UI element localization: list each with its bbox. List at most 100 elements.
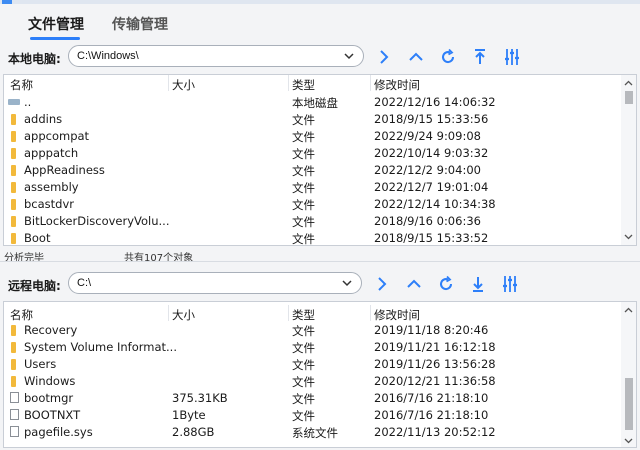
- file-type: 文件: [292, 392, 315, 406]
- folder-icon: [11, 114, 16, 125]
- column-header-name[interactable]: 名称: [10, 77, 33, 93]
- chevron-right-icon: [378, 277, 387, 291]
- refresh-icon: [440, 275, 453, 291]
- table-row[interactable]: bootmgr 375.31KB 文件 2016/7/16 21:18:10: [4, 390, 620, 407]
- local-path-label: 本地电脑:: [8, 52, 61, 66]
- file-name: apppatch: [24, 146, 79, 160]
- refresh-button[interactable]: [436, 274, 456, 294]
- remote-scrollbar-thumb[interactable]: [625, 378, 633, 430]
- local-path-input[interactable]: [77, 49, 327, 63]
- file-type: 文件: [292, 164, 315, 178]
- scroll-up-icon[interactable]: [624, 306, 633, 315]
- table-row[interactable]: Boot 文件 2018/9/15 15:33:52: [4, 230, 620, 245]
- column-divider[interactable]: [288, 305, 289, 321]
- download-icon: [473, 277, 483, 292]
- tab-transfer-management[interactable]: 传输管理: [112, 14, 168, 34]
- chevron-right-icon: [380, 50, 389, 64]
- table-row[interactable]: AppReadiness 文件 2022/12/2 9:04:00: [4, 162, 620, 179]
- file-modified: 2020/12/21 11:36:58: [374, 374, 496, 388]
- file-modified: 2022/12/2 9:04:00: [374, 163, 481, 177]
- column-divider[interactable]: [370, 305, 371, 321]
- pane-divider[interactable]: [0, 261, 640, 262]
- refresh-icon: [442, 48, 455, 64]
- file-name: Recovery: [24, 323, 78, 337]
- file-type: 文件: [292, 130, 315, 144]
- column-header-size[interactable]: 大小: [172, 77, 195, 93]
- file-name: System Volume Informat...: [24, 340, 177, 354]
- tab-file-management[interactable]: 文件管理: [28, 14, 84, 34]
- table-row[interactable]: appcompat 文件 2022/9/24 9:09:08: [4, 128, 620, 145]
- table-row[interactable]: Recovery 文件 2019/11/18 8:20:46: [4, 322, 620, 339]
- chevron-down-icon[interactable]: [343, 50, 355, 62]
- file-type: 文件: [292, 198, 315, 212]
- local-file-list[interactable]: 名称 大小 类型 修改时间 .. 本地磁盘 2022/12/16 14:06:32 …: [3, 74, 637, 246]
- upload-button[interactable]: [470, 47, 490, 67]
- table-row[interactable]: Windows 文件 2020/12/21 11:36:58: [4, 373, 620, 390]
- file-modified: 2022/12/7 19:01:04: [374, 180, 489, 194]
- file-modified: 2018/9/15 15:33:56: [374, 112, 489, 126]
- sliders-icon: [503, 276, 517, 292]
- table-row[interactable]: System Volume Informat... 文件 2019/11/21 16…: [4, 339, 620, 356]
- column-header-type[interactable]: 类型: [292, 307, 315, 323]
- scroll-up-icon[interactable]: [624, 79, 633, 88]
- chevron-up-icon: [409, 52, 423, 61]
- local-path-combobox[interactable]: [68, 45, 364, 67]
- column-divider[interactable]: [168, 305, 169, 321]
- table-row[interactable]: bcastdvr 文件 2022/12/14 10:34:38: [4, 196, 620, 213]
- settings-button[interactable]: [502, 47, 522, 67]
- table-row[interactable]: apppatch 文件 2022/10/14 9:03:32: [4, 145, 620, 162]
- folder-icon: [11, 165, 16, 176]
- folder-icon: [11, 233, 16, 244]
- file-name: Boot: [24, 231, 51, 245]
- file-type: 文件: [292, 358, 315, 372]
- column-header-name[interactable]: 名称: [10, 307, 33, 323]
- file-name: pagefile.sys: [24, 425, 93, 439]
- local-scrollbar[interactable]: [621, 75, 636, 245]
- remote-list-header: 名称 大小 类型 修改时间: [4, 305, 620, 323]
- scroll-down-icon[interactable]: [624, 436, 633, 445]
- file-modified: 2016/7/16 21:18:10: [374, 408, 489, 422]
- file-type: 文件: [292, 181, 315, 195]
- column-divider[interactable]: [370, 75, 371, 91]
- table-row[interactable]: pagefile.sys 2.88GB 系统文件 2022/11/13 20:52:1…: [4, 424, 620, 441]
- file-name: appcompat: [24, 129, 90, 143]
- forward-button[interactable]: [374, 47, 394, 67]
- file-icon: [10, 409, 19, 420]
- local-scrollbar-thumb[interactable]: [625, 91, 633, 104]
- up-button[interactable]: [406, 47, 426, 67]
- refresh-button[interactable]: [438, 47, 458, 67]
- file-modified: 2019/11/18 8:20:46: [374, 323, 489, 337]
- column-divider[interactable]: [288, 75, 289, 91]
- column-header-modified[interactable]: 修改时间: [374, 307, 420, 323]
- remote-file-list[interactable]: 名称 大小 类型 修改时间 Recovery 文件 2019/11/18 8:20:…: [3, 301, 637, 448]
- table-row[interactable]: BitLockerDiscoveryVolu... 文件 2018/9/16 0:0…: [4, 213, 620, 230]
- column-divider[interactable]: [168, 75, 169, 91]
- file-name: Windows: [24, 374, 76, 388]
- column-header-type[interactable]: 类型: [292, 77, 315, 93]
- chevron-up-icon: [407, 279, 421, 288]
- file-modified: 2016/7/16 21:18:10: [374, 391, 489, 405]
- file-name: assembly: [24, 180, 79, 194]
- file-modified: 2019/11/26 13:56:28: [374, 357, 496, 371]
- table-row[interactable]: addins 文件 2018/9/15 15:33:56: [4, 111, 620, 128]
- table-row[interactable]: Users 文件 2019/11/26 13:56:28: [4, 356, 620, 373]
- remote-scrollbar[interactable]: [621, 302, 636, 447]
- chevron-down-icon[interactable]: [341, 277, 353, 289]
- table-row[interactable]: BOOTNXT 1Byte 文件 2016/7/16 21:18:10: [4, 407, 620, 424]
- file-modified: 2022/12/16 14:06:32: [374, 95, 496, 109]
- file-name: addins: [24, 112, 63, 126]
- local-path-bar: 本地电脑:: [0, 45, 640, 71]
- table-row[interactable]: .. 本地磁盘 2022/12/16 14:06:32: [4, 94, 620, 111]
- settings-button[interactable]: [500, 274, 520, 294]
- remote-path-combobox[interactable]: [68, 272, 362, 294]
- column-header-modified[interactable]: 修改时间: [374, 77, 420, 93]
- up-button[interactable]: [404, 274, 424, 294]
- forward-button[interactable]: [372, 274, 392, 294]
- file-size: 1Byte: [172, 408, 206, 422]
- scroll-down-icon[interactable]: [624, 232, 633, 241]
- remote-path-input[interactable]: [77, 276, 327, 290]
- column-header-size[interactable]: 大小: [172, 307, 195, 323]
- download-button[interactable]: [468, 274, 488, 294]
- folder-icon: [11, 376, 16, 387]
- table-row[interactable]: assembly 文件 2022/12/7 19:01:04: [4, 179, 620, 196]
